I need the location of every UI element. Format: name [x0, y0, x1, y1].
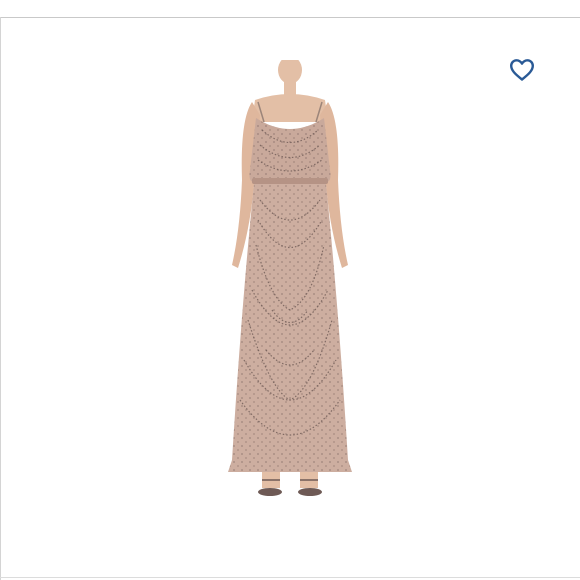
listing-frame: [0, 0, 580, 580]
like-button[interactable]: [505, 55, 539, 85]
dress-illustration: [228, 60, 352, 496]
top-divider: [0, 17, 580, 18]
bottom-divider: [0, 577, 580, 578]
heart-outline-icon: [510, 59, 534, 81]
product-photo[interactable]: [200, 60, 380, 505]
left-divider: [0, 17, 1, 580]
